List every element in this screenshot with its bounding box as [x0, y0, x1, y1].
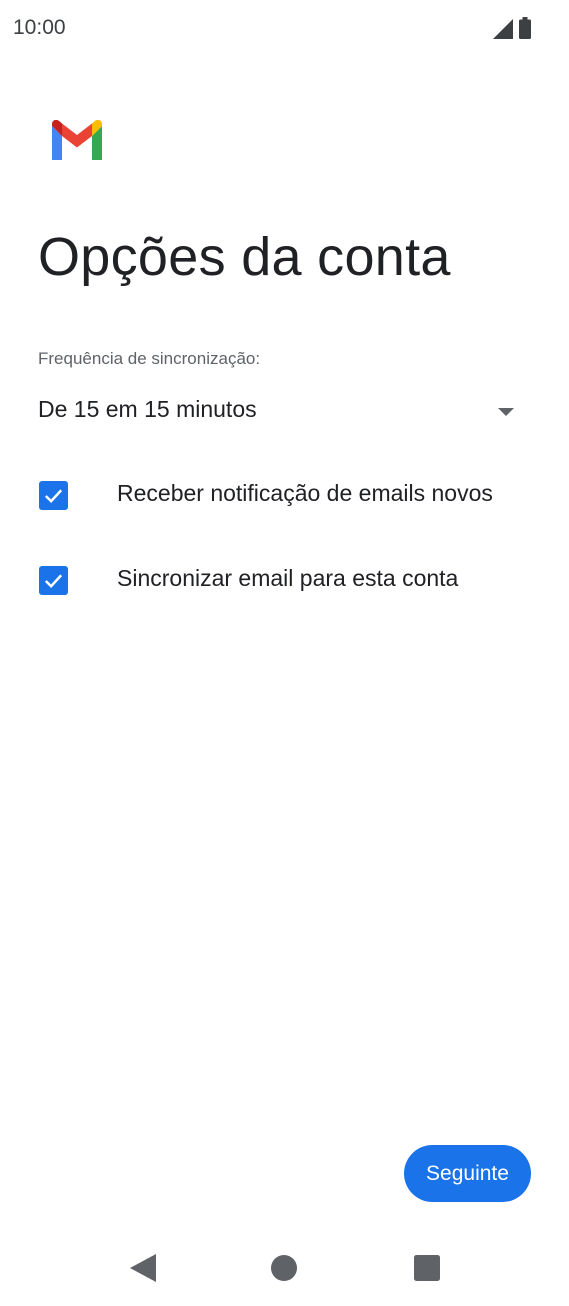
- back-icon[interactable]: [127, 1252, 159, 1284]
- dropdown-arrow-icon: [498, 408, 514, 416]
- sync-frequency-dropdown[interactable]: De 15 em 15 minutos: [38, 390, 528, 434]
- account-options-screen: 10:00 Opções da conta Frequência de sinc…: [0, 0, 569, 1306]
- notification-option-label: Receber notificação de emails novos: [117, 480, 493, 506]
- sync-frequency-value: De 15 em 15 minutos: [38, 396, 257, 422]
- status-bar: 10:00: [0, 0, 569, 58]
- sync-frequency-label: Frequência de sincronização:: [38, 349, 261, 368]
- next-button[interactable]: Seguinte: [404, 1145, 531, 1202]
- notification-checkbox[interactable]: [39, 481, 68, 510]
- sync-email-option[interactable]: Sincronizar email para esta conta: [38, 559, 538, 599]
- navigation-bar: [0, 1230, 569, 1306]
- signal-icon: [493, 19, 513, 44]
- status-icons: [493, 17, 531, 44]
- page-title: Opções da conta: [38, 227, 451, 287]
- recents-icon[interactable]: [411, 1252, 443, 1284]
- checkmark-icon: [44, 574, 63, 589]
- battery-icon: [519, 17, 531, 44]
- gmail-logo-icon: [50, 119, 104, 164]
- sync-email-option-label: Sincronizar email para esta conta: [117, 565, 459, 591]
- new-email-notification-option[interactable]: Receber notificação de emails novos: [38, 474, 538, 514]
- checkmark-icon: [44, 489, 63, 504]
- home-icon[interactable]: [268, 1252, 300, 1284]
- sync-email-checkbox[interactable]: [39, 566, 68, 595]
- status-time: 10:00: [13, 16, 66, 39]
